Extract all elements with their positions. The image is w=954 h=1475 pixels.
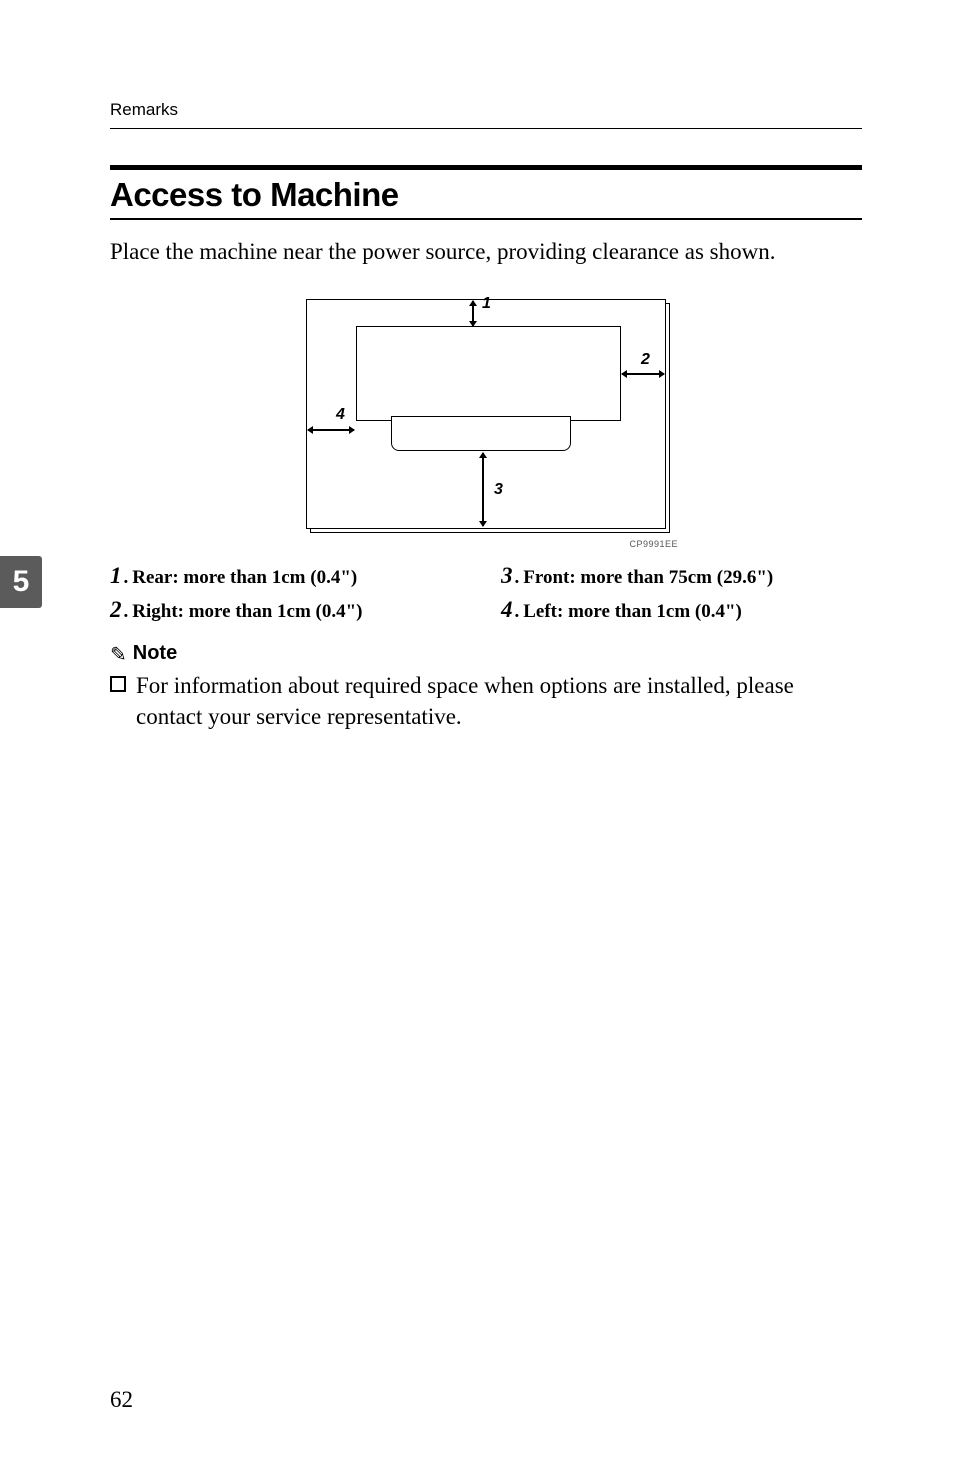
callout-3: 3.Front: more than 75cm (29.6"): [501, 563, 862, 589]
diagram-container: 1 2 3 4 CP9991EE: [110, 291, 862, 551]
note-body-text: For information about required space whe…: [136, 670, 862, 732]
diagram-arrow-3: [482, 453, 484, 526]
callout-1-text: Rear: more than 1cm (0.4"): [132, 567, 357, 588]
clearance-diagram: 1 2 3 4 CP9991EE: [286, 291, 686, 551]
note-heading-text: Note: [133, 642, 177, 665]
callout-col-right: 3.Front: more than 75cm (29.6") 4.Left: …: [501, 563, 862, 631]
diagram-label-3: 3: [494, 481, 503, 499]
pencil-icon: ✎: [110, 642, 127, 667]
callout-columns: 1.Rear: more than 1cm (0.4") 2.Right: mo…: [110, 563, 862, 631]
callout-col-left: 1.Rear: more than 1cm (0.4") 2.Right: mo…: [110, 563, 471, 631]
diagram-arrow-1: [472, 301, 474, 326]
diagram-arrow-2: [622, 373, 664, 375]
callout-3-text: Front: more than 75cm (29.6"): [523, 567, 773, 588]
callout-4: 4.Left: more than 1cm (0.4"): [501, 597, 862, 623]
page: 5 Remarks Access to Machine Place the ma…: [0, 0, 954, 1475]
section-heading: Access to Machine: [110, 176, 862, 214]
page-number: 62: [110, 1387, 133, 1413]
diagram-machine-bottom: [391, 416, 571, 451]
section-tab: 5: [0, 556, 42, 608]
header-rule: [110, 128, 862, 129]
note-heading: ✎ Note: [110, 641, 862, 666]
diagram-label-2: 2: [641, 351, 650, 369]
heading-rule-bottom: [110, 218, 862, 220]
callout-4-number: 4: [501, 597, 513, 622]
heading-rule-top: [110, 165, 862, 170]
diagram-label-4: 4: [336, 406, 345, 424]
callout-1: 1.Rear: more than 1cm (0.4"): [110, 563, 471, 589]
note-body: For information about required space whe…: [110, 670, 862, 732]
heading-block: Access to Machine: [110, 165, 862, 220]
intro-paragraph: Place the machine near the power source,…: [110, 236, 862, 267]
diagram-code: CP9991EE: [629, 539, 678, 549]
callout-2: 2.Right: more than 1cm (0.4"): [110, 597, 471, 623]
diagram-arrow-4: [308, 429, 354, 431]
callout-1-number: 1: [110, 563, 122, 588]
diagram-label-1: 1: [482, 295, 491, 313]
callout-2-text: Right: more than 1cm (0.4"): [132, 601, 362, 622]
callout-4-text: Left: more than 1cm (0.4"): [523, 601, 742, 622]
running-header: Remarks: [110, 100, 862, 120]
callout-3-number: 3: [501, 563, 513, 588]
note-bullet-icon: [110, 676, 126, 692]
diagram-machine-top: [356, 326, 621, 421]
callout-2-number: 2: [110, 597, 122, 622]
